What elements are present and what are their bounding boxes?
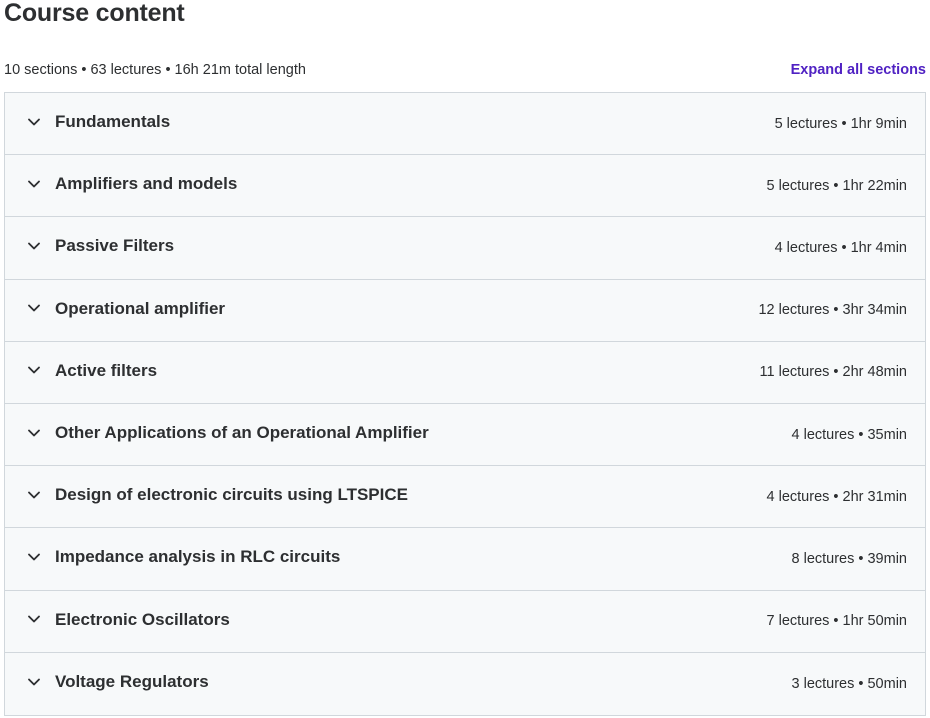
section-title: Design of electronic circuits using LTSP… [55,485,408,505]
course-content-panel: Course content 10 sections • 63 lectures… [0,0,930,718]
section-meta: 3 lectures • 50min [791,675,908,692]
section-title: Operational amplifier [55,298,226,318]
section-header[interactable]: Passive Filters 4 lectures • 1hr 4min [5,217,925,280]
section-title: Electronic Oscillators [55,609,230,629]
section-header[interactable]: Amplifiers and models 5 lectures • 1hr 2… [5,155,925,218]
chevron-down-icon [27,426,41,440]
chevron-down-icon [27,301,41,315]
summary-row: 10 sections • 63 lectures • 16h 21m tota… [4,60,926,80]
section-header[interactable]: Electronic Oscillators 7 lectures • 1hr … [5,590,925,653]
chevron-down-icon [27,177,41,191]
chevron-down-icon [27,115,41,129]
course-summary: 10 sections • 63 lectures • 16h 21m tota… [4,62,306,78]
section-meta: 4 lectures • 35min [791,426,908,443]
section-title: Amplifiers and models [55,174,238,194]
chevron-down-icon [27,363,41,377]
section-header[interactable]: Design of electronic circuits using LTSP… [5,466,925,529]
section-meta: 4 lectures • 1hr 4min [774,239,907,256]
section-header[interactable]: Fundamentals 5 lectures • 1hr 9min [5,93,925,156]
section-header[interactable]: Voltage Regulators 3 lectures • 50min [5,652,925,715]
chevron-down-icon [27,239,41,253]
section-header[interactable]: Active filters 11 lectures • 2hr 48min [5,341,925,404]
section-header[interactable]: Other Applications of an Operational Amp… [5,403,925,467]
chevron-down-icon [27,675,41,689]
section-title: Other Applications of an Operational Amp… [55,423,429,443]
section-meta: 8 lectures • 39min [791,550,908,567]
section-meta: 5 lectures • 1hr 22min [766,177,907,194]
section-title: Voltage Regulators [55,672,209,692]
chevron-down-icon [27,550,41,564]
expand-all-sections-button[interactable]: Expand all sections [791,62,926,78]
page-title: Course content [4,0,185,27]
chevron-down-icon [27,488,41,502]
section-meta: 12 lectures • 3hr 34min [758,302,907,319]
section-meta: 7 lectures • 1hr 50min [766,613,907,630]
section-title: Passive Filters [55,236,175,256]
section-meta: 11 lectures • 2hr 48min [759,364,907,381]
section-title: Impedance analysis in RLC circuits [55,547,341,567]
section-meta: 5 lectures • 1hr 9min [774,115,907,132]
section-header[interactable]: Impedance analysis in RLC circuits 8 lec… [5,528,925,591]
sections-list: Fundamentals 5 lectures • 1hr 9min Ampli… [4,92,926,716]
chevron-down-icon [27,612,41,626]
section-title: Active filters [55,360,158,380]
section-meta: 4 lectures • 2hr 31min [766,488,907,505]
section-header[interactable]: Operational amplifier 12 lectures • 3hr … [5,279,925,342]
section-title: Fundamentals [55,112,171,132]
